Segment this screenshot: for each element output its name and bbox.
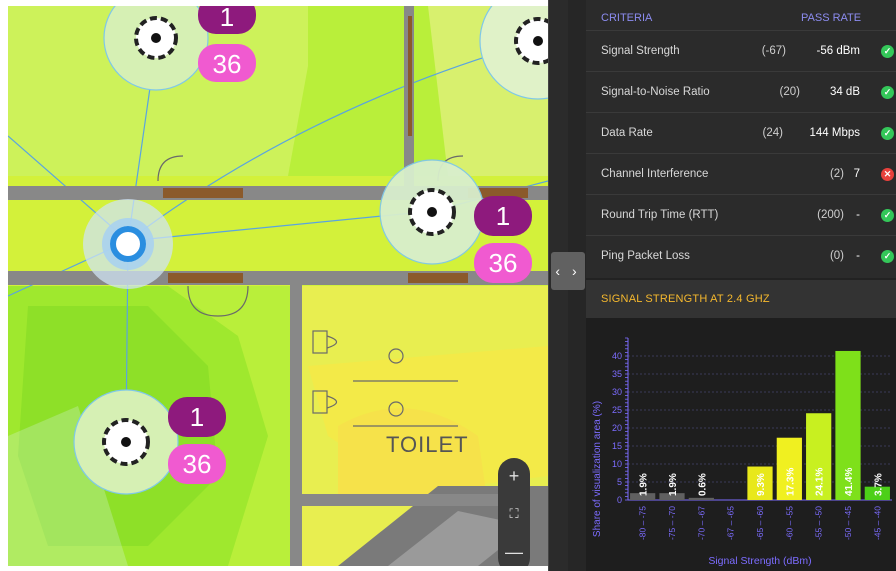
room-label-toilet: TOILET (386, 432, 469, 457)
ap-badge-bottom: 36 (183, 449, 212, 479)
y-tick-label: 5 (617, 477, 622, 487)
pass-check-icon: ✓ (881, 250, 894, 263)
pass-check-icon: ✓ (881, 209, 894, 222)
app-window: TOILET 1 36 1 36 1 36 + ⛶ — ‹ › CRITERIA… (0, 0, 896, 571)
ap-badge-top: 1 (190, 402, 204, 432)
y-tick-label: 10 (612, 459, 622, 469)
criteria-row[interactable]: Signal Strength (-67) -56 dBm ✓ (586, 30, 896, 72)
criteria-value: 144 Mbps (809, 127, 860, 139)
criteria-row[interactable]: Round Trip Time (RTT) (200) - ✓ (586, 194, 896, 236)
section-header[interactable]: SIGNAL STRENGTH AT 2.4 GHZ (586, 278, 896, 318)
pass-check-icon: ✓ (881, 86, 894, 99)
criteria-row[interactable]: Signal-to-Noise Ratio (20) 34 dB ✓ (586, 71, 896, 113)
bar-data-label: 1.9% (639, 473, 650, 496)
y-tick-label: 20 (612, 423, 622, 433)
results-panel: CRITERIA PASS RATE Signal Strength (-67)… (586, 0, 896, 571)
criteria-value: 7 (853, 168, 860, 180)
bar-data-label: 24.1% (815, 468, 826, 496)
criteria-value: - (856, 250, 860, 262)
y-axis-label: Share of visualization area (%) (592, 401, 603, 537)
x-tick-label: -50 – -45 (843, 506, 853, 540)
y-tick-label: 40 (612, 351, 622, 361)
bar-data-label: 3.7% (873, 473, 884, 496)
criteria-value: -56 dBm (816, 45, 860, 57)
fit-to-screen-button[interactable]: ⛶ (498, 496, 530, 532)
bar-data-label: 9.3% (756, 473, 767, 496)
x-tick-label: -60 – -55 (784, 506, 794, 540)
section-title: SIGNAL STRENGTH AT 2.4 GHZ (601, 293, 770, 305)
y-tick-label: 25 (612, 405, 622, 415)
criteria-row[interactable]: Data Rate (24) 144 Mbps ✓ (586, 112, 896, 154)
x-tick-label: -80 – -75 (638, 506, 648, 540)
criteria-threshold: (0) (829, 250, 844, 262)
bar-data-label: 0.6% (697, 473, 708, 496)
criteria-label: Data Rate (601, 127, 653, 139)
x-tick-label: -67 – -65 (726, 506, 736, 540)
criteria-row[interactable]: Ping Packet Loss (0) - ✓ (586, 235, 896, 277)
panel-toggle-button[interactable]: ‹ › (551, 252, 585, 290)
heatmap-floorplan[interactable]: TOILET 1 36 1 36 1 36 + ⛶ — (8, 6, 548, 566)
heatmap-canvas[interactable]: TOILET 1 36 1 36 1 36 (8, 6, 548, 566)
criteria-label: Round Trip Time (RTT) (601, 209, 719, 221)
criteria-label: Ping Packet Loss (601, 250, 690, 262)
x-tick-label: -65 – -60 (755, 506, 765, 540)
pass-check-icon: ✓ (881, 127, 894, 140)
criteria-threshold: (2) (829, 168, 844, 180)
criteria-value: 34 dB (829, 86, 860, 98)
zoom-controls: + ⛶ — (498, 458, 530, 566)
x-tick-label: -45 – -40 (872, 506, 882, 540)
zoom-out-button[interactable]: — (498, 534, 530, 566)
criteria-label: Signal-to-Noise Ratio (601, 86, 710, 98)
signal-strength-chart: 0 5 10 15 20 25 30 35 40 1.9% -80 – -75 1.9% -75 – -… (586, 318, 896, 571)
criteria-header: CRITERIA PASS RATE (586, 6, 896, 30)
criteria-threshold: (200) (817, 209, 844, 221)
criteria-threshold: (20) (779, 86, 800, 98)
criteria-value: - (856, 209, 860, 221)
criteria-label: Channel Interference (601, 168, 709, 180)
ap-badge-bottom: 36 (489, 248, 518, 278)
x-tick-label: -70 – -67 (696, 506, 706, 540)
survey-location-marker[interactable] (83, 199, 173, 289)
criteria-threshold: (-67) (761, 45, 786, 57)
pass-check-icon: ✓ (881, 45, 894, 58)
x-tick-label: -75 – -70 (667, 506, 677, 540)
bar-data-label: 17.3% (785, 468, 796, 496)
chart-bar (688, 497, 714, 500)
access-point[interactable] (379, 159, 485, 265)
ap-badge-bottom: 36 (213, 49, 242, 79)
criteria-row[interactable]: Channel Interference (2) 7 ✕ (586, 153, 896, 195)
pass-rate-column-header: PASS RATE (801, 12, 862, 24)
ap-badge-top: 1 (220, 6, 234, 32)
fail-cross-icon: ✕ (881, 168, 894, 181)
bar-data-label: 41.4% (844, 468, 855, 496)
criteria-column-header: CRITERIA (601, 12, 653, 24)
zoom-in-button[interactable]: + (498, 458, 530, 494)
y-tick-label: 30 (612, 387, 622, 397)
bar-data-label: 1.9% (668, 473, 679, 496)
y-tick-label: 0 (617, 495, 622, 505)
access-point[interactable] (73, 389, 179, 495)
x-tick-label: -55 – -50 (814, 506, 824, 540)
ap-badge-top: 1 (496, 201, 510, 231)
criteria-label: Signal Strength (601, 45, 680, 57)
y-tick-label: 35 (612, 369, 622, 379)
x-axis-label: Signal Strength (dBm) (708, 555, 811, 567)
histogram: 0 5 10 15 20 25 30 35 40 1.9% -80 – -75 1.9% -75 – -… (592, 337, 892, 567)
y-tick-label: 15 (612, 441, 622, 451)
criteria-threshold: (24) (762, 127, 783, 139)
